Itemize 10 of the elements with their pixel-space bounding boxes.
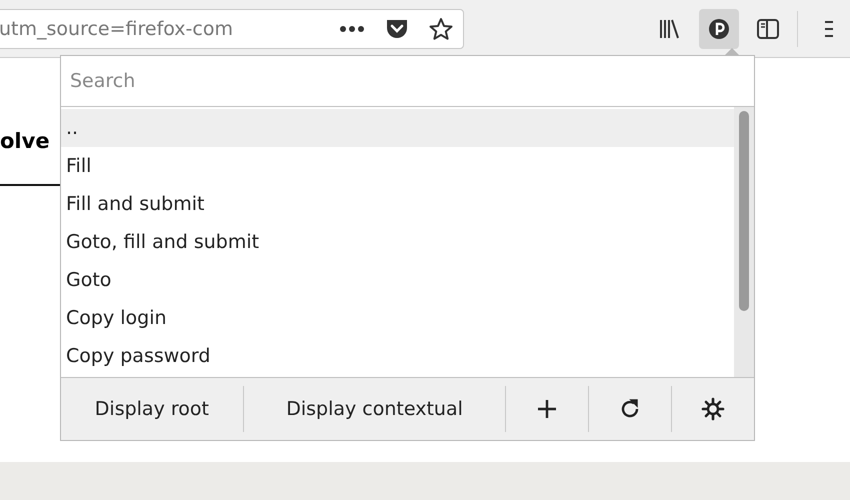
list-item[interactable]: Goto, fill and submit: [61, 223, 734, 261]
page-heading: olve: [0, 129, 50, 153]
address-bar[interactable]: utm_source=firefox-com: [0, 8, 464, 48]
list-item[interactable]: Fill: [61, 147, 734, 185]
list-item[interactable]: Copy password: [61, 337, 734, 375]
list-item[interactable]: Fill and submit: [61, 185, 734, 223]
list-item[interactable]: Copy login: [61, 299, 734, 337]
list-item[interactable]: ..: [61, 109, 734, 147]
list-item[interactable]: Goto: [61, 261, 734, 299]
url-text: utm_source=firefox-com: [0, 18, 233, 40]
